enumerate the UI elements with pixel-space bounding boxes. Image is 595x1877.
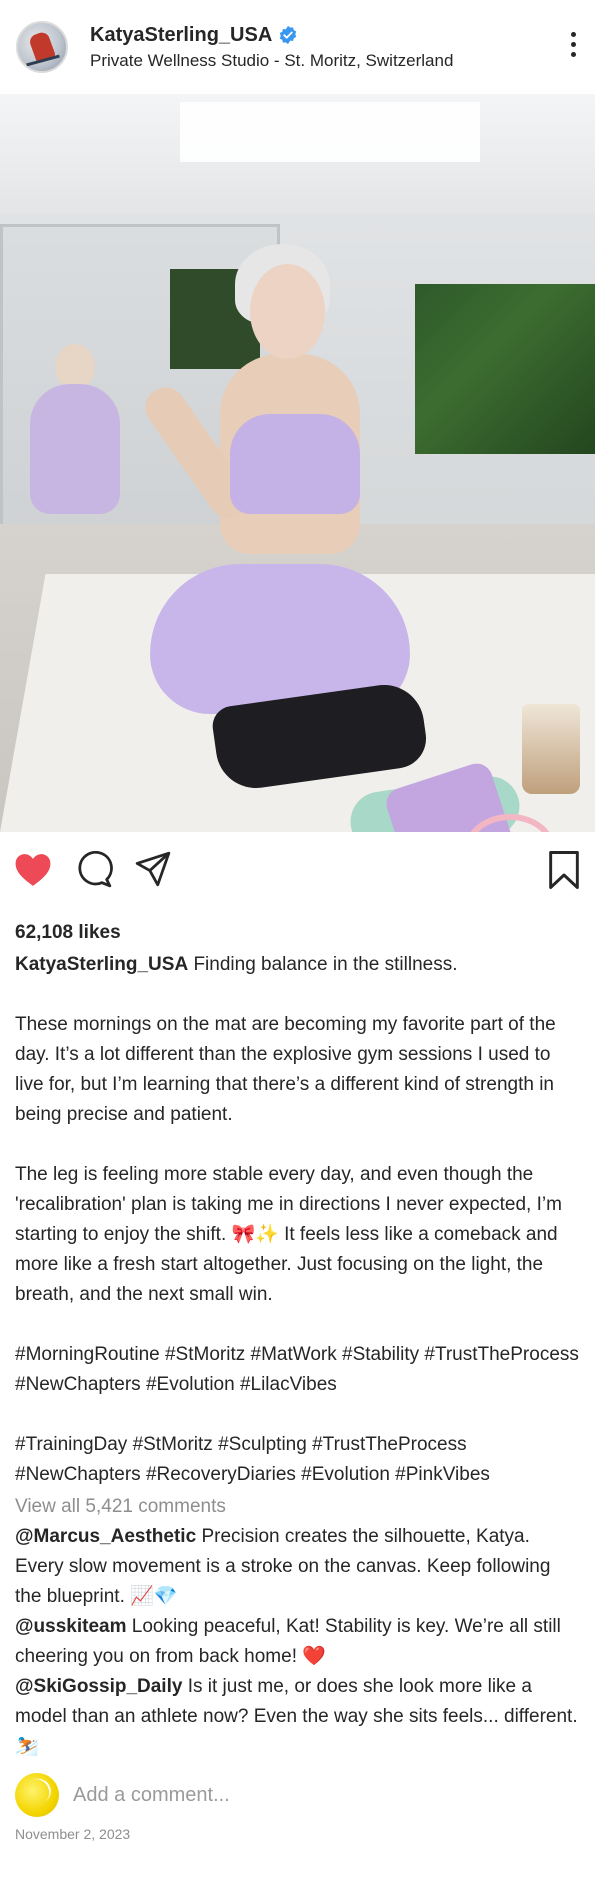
view-all-comments-link[interactable]: View all 5,421 comments	[15, 1492, 580, 1522]
photo-iced-coffee	[522, 704, 580, 794]
heart-icon[interactable]	[14, 852, 52, 888]
post-content: 62,108 likes KatyaSterling_USA Finding b…	[0, 922, 595, 1842]
comment-item: @Marcus_Aesthetic Precision creates the …	[15, 1522, 580, 1612]
post-header: KatyaSterling_USA Private Wellness Studi…	[0, 0, 595, 94]
photo-sports-top	[230, 414, 360, 514]
more-dot	[570, 32, 576, 37]
comment-item: @SkiGossip_Daily Is it just me, or does …	[15, 1672, 580, 1762]
instagram-post: KatyaSterling_USA Private Wellness Studi…	[0, 0, 595, 1877]
photo-head	[250, 264, 325, 359]
verified-badge-icon	[280, 25, 297, 45]
comment-author-link[interactable]: @SkiGossip_Daily	[15, 1676, 182, 1697]
photo-plant-wall	[415, 284, 595, 454]
share-icon[interactable]	[134, 850, 172, 888]
caption-paragraph: These mornings on the mat are becoming m…	[15, 1014, 556, 1125]
photo-skylight	[180, 102, 480, 162]
header-text: KatyaSterling_USA Private Wellness Studi…	[90, 24, 453, 71]
comment-author-link[interactable]: @usskiteam	[15, 1616, 126, 1637]
comment-icon[interactable]	[75, 851, 113, 889]
comment-item: @usskiteam Looking peaceful, Kat! Stabil…	[15, 1612, 580, 1672]
comment-author-link[interactable]: @Marcus_Aesthetic	[15, 1526, 196, 1547]
action-bar	[0, 832, 595, 908]
caption-first-line: Finding balance in the stillness.	[193, 954, 458, 975]
caption-author-link[interactable]: KatyaSterling_USA	[15, 954, 188, 975]
likes-count[interactable]: 62,108 likes	[15, 922, 580, 944]
add-comment-row	[15, 1770, 580, 1820]
caption: KatyaSterling_USA Finding balance in the…	[15, 950, 580, 1490]
more-options-icon[interactable]	[569, 32, 577, 62]
post-photo[interactable]	[0, 94, 595, 832]
caption-paragraph: The leg is feeling more stable every day…	[15, 1164, 562, 1305]
post-date: November 2, 2023	[15, 1826, 131, 1842]
username-row: KatyaSterling_USA	[90, 24, 453, 47]
current-user-avatar	[15, 1773, 59, 1817]
caption-hashtags[interactable]: #TrainingDay #StMoritz #Sculpting #Trust…	[15, 1430, 580, 1490]
caption-hashtags[interactable]: #MorningRoutine #StMoritz #MatWork #Stab…	[15, 1340, 580, 1400]
more-dot	[570, 42, 576, 47]
add-comment-input[interactable]	[73, 1783, 553, 1807]
location-link[interactable]: Private Wellness Studio - St. Moritz, Sw…	[90, 51, 453, 71]
username-link[interactable]: KatyaSterling_USA	[90, 24, 272, 47]
more-dot	[570, 52, 576, 57]
photo-mirror-reflection	[30, 384, 120, 514]
profile-avatar[interactable]	[16, 21, 68, 73]
bookmark-icon[interactable]	[547, 850, 581, 890]
